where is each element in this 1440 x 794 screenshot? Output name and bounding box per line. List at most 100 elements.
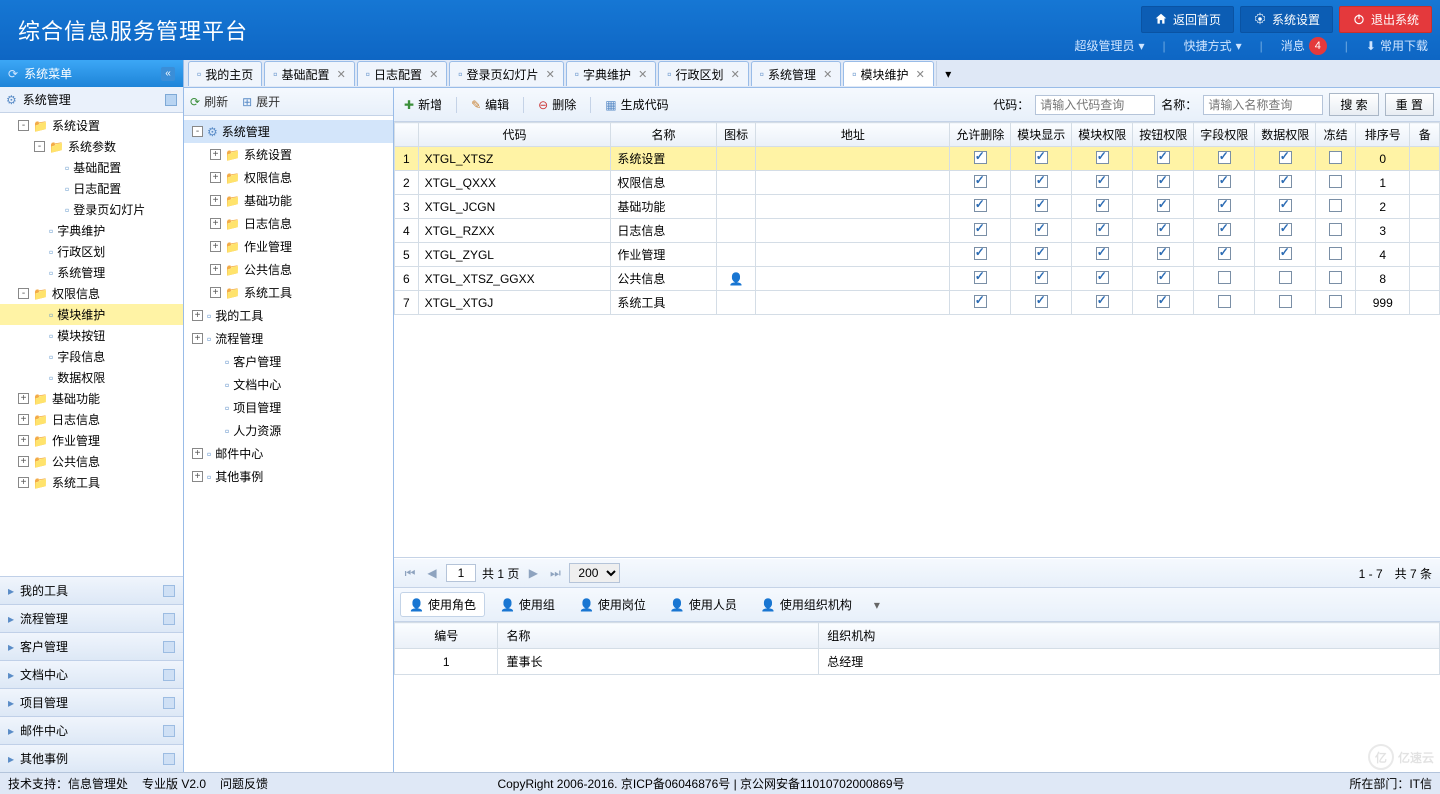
expand-icon[interactable]: + (210, 172, 221, 183)
cell-checkbox[interactable] (1133, 243, 1194, 267)
column-header[interactable]: 图标 (716, 123, 756, 147)
cell-checkbox[interactable] (1255, 195, 1316, 219)
sidebar-tree-node[interactable]: ▫模块维护 (0, 304, 183, 325)
expand-icon[interactable]: + (18, 393, 29, 404)
sidebar-tree-node[interactable]: ▫字段信息 (0, 346, 183, 367)
role-row[interactable]: 1董事长总经理 (395, 649, 1440, 675)
expand-icon[interactable]: - (34, 141, 45, 152)
cell-checkbox[interactable] (1255, 291, 1316, 315)
module-tree-node[interactable]: ▫客户管理 (184, 350, 393, 373)
module-tree-node[interactable]: +📁权限信息 (184, 166, 393, 189)
settings-button[interactable]: 系统设置 (1240, 6, 1333, 33)
expand-icon[interactable]: + (210, 218, 221, 229)
tab[interactable]: ▫系统管理✕ (751, 61, 842, 86)
sidebar-tree-node[interactable]: -📁系统设置 (0, 115, 183, 136)
sidebar-bottom-item[interactable]: ▸项目管理 (0, 688, 183, 716)
cell-checkbox[interactable] (1316, 147, 1356, 171)
sidebar-tree-node[interactable]: -📁系统参数 (0, 136, 183, 157)
sidebar-tree-node[interactable]: ▫日志配置 (0, 178, 183, 199)
sub-tab[interactable]: 👤使用组 (491, 592, 564, 617)
pagesize-select[interactable]: 200 (569, 563, 620, 583)
column-header[interactable]: 数据权限 (1255, 123, 1316, 147)
download-link[interactable]: ⬇常用下载 (1366, 37, 1428, 54)
sidebar-tree-node[interactable]: ▫基础配置 (0, 157, 183, 178)
cell-checkbox[interactable] (1194, 267, 1255, 291)
expand-icon[interactable]: + (18, 477, 29, 488)
cell-checkbox[interactable] (1255, 219, 1316, 243)
module-tree-node[interactable]: +▫我的工具 (184, 304, 393, 327)
reset-button[interactable]: 重 置 (1385, 93, 1434, 116)
quick-dropdown[interactable]: 快捷方式 ▾ (1184, 37, 1242, 54)
generate-code-button[interactable]: ▦生成代码 (601, 94, 672, 115)
footer-feedback[interactable]: 问题反馈 (220, 775, 268, 792)
cell-checkbox[interactable] (950, 291, 1011, 315)
expand-icon[interactable]: + (210, 195, 221, 206)
expand-icon[interactable]: + (210, 287, 221, 298)
column-header[interactable]: 名称 (498, 623, 819, 649)
cell-checkbox[interactable] (950, 243, 1011, 267)
module-tree-node[interactable]: +📁系统设置 (184, 143, 393, 166)
expand-icon[interactable]: + (210, 264, 221, 275)
cell-checkbox[interactable] (1133, 147, 1194, 171)
module-tree-node[interactable]: +▫邮件中心 (184, 442, 393, 465)
column-header[interactable]: 模块显示 (1011, 123, 1072, 147)
cell-checkbox[interactable] (1255, 267, 1316, 291)
expand-icon[interactable]: - (192, 126, 203, 137)
tab[interactable]: ▫字典维护✕ (566, 61, 657, 86)
grid-row[interactable]: 3XTGL_JCGN基础功能2 (395, 195, 1440, 219)
cell-checkbox[interactable] (1194, 147, 1255, 171)
cell-checkbox[interactable] (1011, 243, 1072, 267)
cell-checkbox[interactable] (1194, 171, 1255, 195)
search-button[interactable]: 搜 索 (1329, 93, 1378, 116)
sidebar-tree-node[interactable]: ▫字典维护 (0, 220, 183, 241)
sub-tab[interactable]: 👤使用人员 (661, 592, 746, 617)
module-tree-node[interactable]: +📁日志信息 (184, 212, 393, 235)
cell-checkbox[interactable] (1011, 267, 1072, 291)
module-tree-node[interactable]: +📁公共信息 (184, 258, 393, 281)
prev-page-button[interactable]: ◀ (424, 565, 440, 581)
cell-checkbox[interactable] (1011, 291, 1072, 315)
cell-checkbox[interactable] (1072, 147, 1133, 171)
module-tree-node[interactable]: -⚙系统管理 (184, 120, 393, 143)
cell-checkbox[interactable] (1072, 195, 1133, 219)
sidebar-bottom-item[interactable]: ▸文档中心 (0, 660, 183, 688)
column-header[interactable]: 地址 (756, 123, 950, 147)
cell-checkbox[interactable] (1133, 171, 1194, 195)
tab[interactable]: ▫日志配置✕ (357, 61, 448, 86)
sidebar-section-sysmgmt[interactable]: ⚙ 系统管理 (0, 87, 183, 113)
cell-checkbox[interactable] (950, 147, 1011, 171)
cell-checkbox[interactable] (1133, 267, 1194, 291)
cell-checkbox[interactable] (1072, 243, 1133, 267)
cell-checkbox[interactable] (1316, 243, 1356, 267)
message-link[interactable]: 消息 4 (1281, 37, 1327, 55)
column-header[interactable]: 名称 (611, 123, 716, 147)
sidebar-tree-node[interactable]: ▫系统管理 (0, 262, 183, 283)
cell-checkbox[interactable] (1133, 195, 1194, 219)
module-tree-node[interactable]: ▫文档中心 (184, 373, 393, 396)
name-input[interactable] (1203, 95, 1323, 115)
cell-checkbox[interactable] (950, 171, 1011, 195)
expand-icon[interactable]: - (18, 288, 29, 299)
exit-button[interactable]: 退出系统 (1339, 6, 1432, 33)
column-header[interactable]: 字段权限 (1194, 123, 1255, 147)
module-tree-node[interactable]: +▫流程管理 (184, 327, 393, 350)
cell-checkbox[interactable] (1072, 219, 1133, 243)
cell-checkbox[interactable] (1194, 195, 1255, 219)
sidebar-tree-node[interactable]: +📁日志信息 (0, 409, 183, 430)
cell-checkbox[interactable] (1316, 171, 1356, 195)
sidebar-bottom-item[interactable]: ▸我的工具 (0, 576, 183, 604)
column-header[interactable]: 排序号 (1356, 123, 1410, 147)
expand-icon[interactable]: + (192, 448, 203, 459)
column-header[interactable]: 按钮权限 (1133, 123, 1194, 147)
close-tab-icon[interactable]: ✕ (731, 68, 740, 81)
cell-checkbox[interactable] (950, 195, 1011, 219)
cell-checkbox[interactable] (1011, 147, 1072, 171)
close-tab-icon[interactable]: ✕ (916, 68, 925, 81)
collapse-sidebar-button[interactable]: « (161, 67, 175, 81)
sidebar-tree-node[interactable]: +📁作业管理 (0, 430, 183, 451)
grid-row[interactable]: 1XTGL_XTSZ系统设置0 (395, 147, 1440, 171)
expand-icon[interactable]: + (192, 310, 203, 321)
column-header[interactable] (395, 123, 419, 147)
sidebar-tree-node[interactable]: +📁基础功能 (0, 388, 183, 409)
page-input[interactable] (446, 564, 476, 582)
